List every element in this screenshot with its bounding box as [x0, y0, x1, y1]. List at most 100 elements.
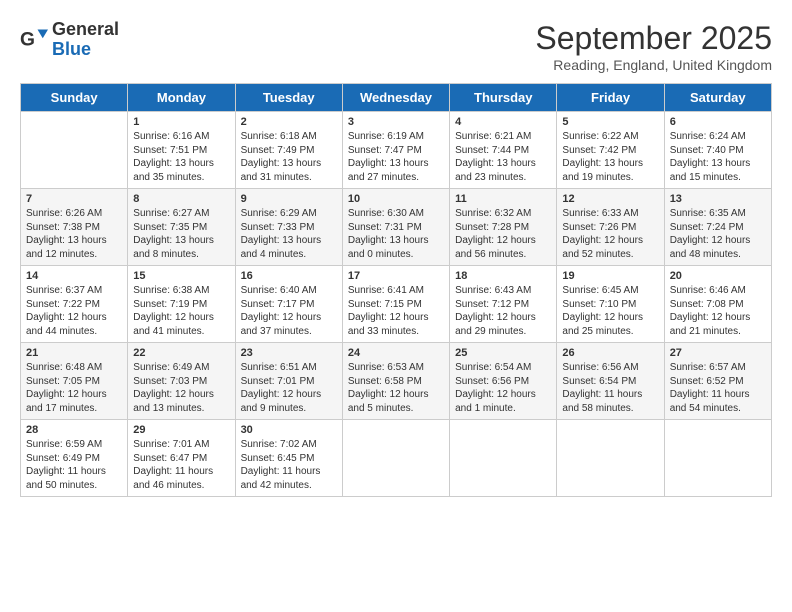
- col-header-tuesday: Tuesday: [235, 84, 342, 112]
- calendar-week-row: 7 Sunrise: 6:26 AM Sunset: 7:38 PM Daylig…: [21, 189, 772, 266]
- calendar-week-row: 1Sunrise: 6:16 AM Sunset: 7:51 PM Daylig…: [21, 112, 772, 189]
- calendar-day-cell: 15Sunrise: 6:38 AM Sunset: 7:19 PM Dayli…: [128, 266, 235, 343]
- logo-general-text: General: [52, 20, 119, 40]
- col-header-friday: Friday: [557, 84, 664, 112]
- day-info: Sunrise: 6:40 AM Sunset: 7:17 PM Dayligh…: [241, 284, 337, 338]
- day-info: Sunrise: 6:54 AM Sunset: 6:56 PM Dayligh…: [455, 361, 551, 415]
- day-info: Sunrise: 6:57 AM Sunset: 6:52 PM Dayligh…: [670, 361, 766, 415]
- day-number: 6: [670, 116, 766, 128]
- calendar-week-row: 21Sunrise: 6:48 AM Sunset: 7:05 PM Dayli…: [21, 343, 772, 420]
- day-info: Sunrise: 6:27 AM Sunset: 7:35 PM Dayligh…: [133, 207, 229, 261]
- calendar-day-cell: [557, 420, 664, 497]
- day-info: Sunrise: 6:49 AM Sunset: 7:03 PM Dayligh…: [133, 361, 229, 415]
- day-number: 30: [241, 424, 337, 436]
- calendar-day-cell: 6 Sunrise: 6:24 AM Sunset: 7:40 PM Daylig…: [664, 112, 771, 189]
- day-number: 20: [670, 270, 766, 282]
- day-info: Sunrise: 6:43 AM Sunset: 7:12 PM Dayligh…: [455, 284, 551, 338]
- day-info: Sunrise: 6:16 AM Sunset: 7:51 PM Dayligh…: [133, 130, 229, 184]
- day-number: 28: [26, 424, 122, 436]
- day-info: Sunrise: 6:18 AM Sunset: 7:49 PM Dayligh…: [241, 130, 337, 184]
- day-info: Sunrise: 6:45 AM Sunset: 7:10 PM Dayligh…: [562, 284, 658, 338]
- day-info: Sunrise: 6:56 AM Sunset: 6:54 PM Dayligh…: [562, 361, 658, 415]
- calendar-day-cell: 3Sunrise: 6:19 AM Sunset: 7:47 PM Daylig…: [342, 112, 449, 189]
- day-number: 22: [133, 347, 229, 359]
- calendar-day-cell: 21Sunrise: 6:48 AM Sunset: 7:05 PM Dayli…: [21, 343, 128, 420]
- calendar-day-cell: 11Sunrise: 6:32 AM Sunset: 7:28 PM Dayli…: [450, 189, 557, 266]
- day-info: Sunrise: 6:29 AM Sunset: 7:33 PM Dayligh…: [241, 207, 337, 261]
- day-number: 18: [455, 270, 551, 282]
- col-header-monday: Monday: [128, 84, 235, 112]
- day-number: 23: [241, 347, 337, 359]
- day-info: Sunrise: 6:22 AM Sunset: 7:42 PM Dayligh…: [562, 130, 658, 184]
- day-number: 27: [670, 347, 766, 359]
- calendar-day-cell: 30 Sunrise: 7:02 AM Sunset: 6:45 PM Dayli…: [235, 420, 342, 497]
- calendar-day-cell: [21, 112, 128, 189]
- logo-blue-text: Blue: [52, 40, 119, 60]
- calendar-day-cell: 29 Sunrise: 7:01 AM Sunset: 6:47 PM Dayli…: [128, 420, 235, 497]
- day-info: Sunrise: 6:24 AM Sunset: 7:40 PM Dayligh…: [670, 130, 766, 184]
- calendar-day-cell: 2 Sunrise: 6:18 AM Sunset: 7:49 PM Daylig…: [235, 112, 342, 189]
- day-number: 29: [133, 424, 229, 436]
- calendar-day-cell: 9 Sunrise: 6:29 AM Sunset: 7:33 PM Daylig…: [235, 189, 342, 266]
- day-number: 4: [455, 116, 551, 128]
- calendar-day-cell: 18 Sunrise: 6:43 AM Sunset: 7:12 PM Dayli…: [450, 266, 557, 343]
- day-number: 21: [26, 347, 122, 359]
- day-number: 2: [241, 116, 337, 128]
- calendar-day-cell: 23 Sunrise: 6:51 AM Sunset: 7:01 PM Dayli…: [235, 343, 342, 420]
- day-info: Sunrise: 6:53 AM Sunset: 6:58 PM Dayligh…: [348, 361, 444, 415]
- day-info: Sunrise: 6:35 AM Sunset: 7:24 PM Dayligh…: [670, 207, 766, 261]
- calendar-day-cell: 4 Sunrise: 6:21 AM Sunset: 7:44 PM Daylig…: [450, 112, 557, 189]
- day-number: 5: [562, 116, 658, 128]
- col-header-sunday: Sunday: [21, 84, 128, 112]
- calendar-day-cell: 28 Sunrise: 6:59 AM Sunset: 6:49 PM Dayli…: [21, 420, 128, 497]
- calendar-table: SundayMondayTuesdayWednesdayThursdayFrid…: [20, 83, 772, 497]
- calendar-day-cell: 1Sunrise: 6:16 AM Sunset: 7:51 PM Daylig…: [128, 112, 235, 189]
- day-number: 8: [133, 193, 229, 205]
- calendar-day-cell: 26 Sunrise: 6:56 AM Sunset: 6:54 PM Dayli…: [557, 343, 664, 420]
- calendar-day-cell: [342, 420, 449, 497]
- calendar-week-row: 14Sunrise: 6:37 AM Sunset: 7:22 PM Dayli…: [21, 266, 772, 343]
- calendar-day-cell: 25 Sunrise: 6:54 AM Sunset: 6:56 PM Dayli…: [450, 343, 557, 420]
- day-number: 19: [562, 270, 658, 282]
- day-number: 7: [26, 193, 122, 205]
- day-info: Sunrise: 7:02 AM Sunset: 6:45 PM Dayligh…: [241, 438, 337, 492]
- location-subtitle: Reading, England, United Kingdom: [535, 57, 772, 73]
- day-info: Sunrise: 6:41 AM Sunset: 7:15 PM Dayligh…: [348, 284, 444, 338]
- day-info: Sunrise: 6:33 AM Sunset: 7:26 PM Dayligh…: [562, 207, 658, 261]
- day-info: Sunrise: 6:59 AM Sunset: 6:49 PM Dayligh…: [26, 438, 122, 492]
- day-info: Sunrise: 6:26 AM Sunset: 7:38 PM Dayligh…: [26, 207, 122, 261]
- calendar-day-cell: 27 Sunrise: 6:57 AM Sunset: 6:52 PM Dayli…: [664, 343, 771, 420]
- col-header-wednesday: Wednesday: [342, 84, 449, 112]
- day-number: 10: [348, 193, 444, 205]
- calendar-day-cell: 24Sunrise: 6:53 AM Sunset: 6:58 PM Dayli…: [342, 343, 449, 420]
- calendar-day-cell: 12Sunrise: 6:33 AM Sunset: 7:26 PM Dayli…: [557, 189, 664, 266]
- day-number: 9: [241, 193, 337, 205]
- day-info: Sunrise: 6:19 AM Sunset: 7:47 PM Dayligh…: [348, 130, 444, 184]
- day-number: 25: [455, 347, 551, 359]
- calendar-day-cell: 5 Sunrise: 6:22 AM Sunset: 7:42 PM Daylig…: [557, 112, 664, 189]
- day-number: 17: [348, 270, 444, 282]
- day-info: Sunrise: 6:46 AM Sunset: 7:08 PM Dayligh…: [670, 284, 766, 338]
- day-info: Sunrise: 6:38 AM Sunset: 7:19 PM Dayligh…: [133, 284, 229, 338]
- day-number: 26: [562, 347, 658, 359]
- title-block: September 2025 Reading, England, United …: [535, 20, 772, 73]
- page-header: G General Blue September 2025 Reading, E…: [20, 20, 772, 73]
- day-number: 16: [241, 270, 337, 282]
- calendar-day-cell: 20 Sunrise: 6:46 AM Sunset: 7:08 PM Dayli…: [664, 266, 771, 343]
- calendar-day-cell: 22 Sunrise: 6:49 AM Sunset: 7:03 PM Dayli…: [128, 343, 235, 420]
- day-info: Sunrise: 6:21 AM Sunset: 7:44 PM Dayligh…: [455, 130, 551, 184]
- calendar-day-cell: [664, 420, 771, 497]
- calendar-day-cell: [450, 420, 557, 497]
- day-number: 11: [455, 193, 551, 205]
- day-info: Sunrise: 7:01 AM Sunset: 6:47 PM Dayligh…: [133, 438, 229, 492]
- calendar-day-cell: 8 Sunrise: 6:27 AM Sunset: 7:35 PM Daylig…: [128, 189, 235, 266]
- col-header-thursday: Thursday: [450, 84, 557, 112]
- calendar-day-cell: 19 Sunrise: 6:45 AM Sunset: 7:10 PM Dayli…: [557, 266, 664, 343]
- col-header-saturday: Saturday: [664, 84, 771, 112]
- logo-icon: G: [20, 26, 48, 54]
- calendar-day-cell: 13Sunrise: 6:35 AM Sunset: 7:24 PM Dayli…: [664, 189, 771, 266]
- svg-text:G: G: [20, 29, 35, 50]
- calendar-day-cell: 17 Sunrise: 6:41 AM Sunset: 7:15 PM Dayli…: [342, 266, 449, 343]
- day-info: Sunrise: 6:30 AM Sunset: 7:31 PM Dayligh…: [348, 207, 444, 261]
- day-info: Sunrise: 6:51 AM Sunset: 7:01 PM Dayligh…: [241, 361, 337, 415]
